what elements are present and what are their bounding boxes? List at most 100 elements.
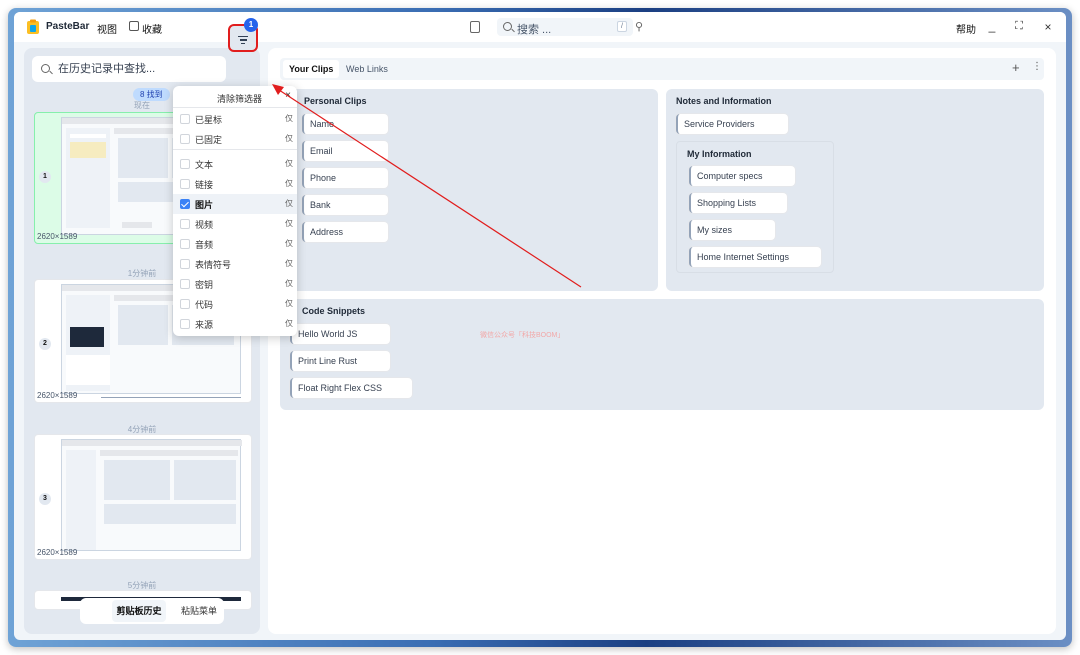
filter-option[interactable]: 音频 仅: [173, 234, 297, 254]
maximize-button[interactable]: ⛶: [1013, 20, 1025, 32]
clips-tabbar: Your Clips Web Links + ⋮: [280, 58, 1044, 80]
add-tab-button[interactable]: +: [1012, 60, 1020, 76]
filter-option[interactable]: 已固定 仅: [173, 129, 297, 149]
filter-only-button[interactable]: 仅: [285, 198, 293, 209]
filter-checkbox[interactable]: [180, 279, 190, 289]
filter-checkbox[interactable]: [180, 319, 190, 329]
filter-option-label: 视频: [195, 220, 214, 230]
filter-option-label: 文本: [195, 160, 214, 170]
clip-item[interactable]: Service Providers: [676, 114, 788, 134]
board-title: Personal Clips: [304, 96, 367, 106]
image-size: 2620×1589: [37, 548, 78, 557]
filter-option[interactable]: 密钥 仅: [173, 274, 297, 294]
clip-item[interactable]: Phone: [302, 168, 388, 188]
filter-option-label: 图片: [195, 200, 214, 210]
close-button[interactable]: ×: [1042, 20, 1054, 34]
filter-only-button[interactable]: 仅: [285, 178, 293, 189]
filter-checkbox[interactable]: [180, 219, 190, 229]
board-title: My Information: [687, 149, 752, 159]
clip-item[interactable]: Float Right Flex CSS: [290, 378, 412, 398]
filter-only-button[interactable]: 仅: [285, 158, 293, 169]
filter-dropdown-header: 清除筛选器 ×: [173, 86, 297, 108]
app-name: PasteBar: [46, 21, 90, 32]
filter-option[interactable]: 文本 仅: [173, 154, 297, 174]
app-window: PasteBar 视图 收藏 搜索 ... / ⚲ 帮助 _ ⛶ × 8 找到 …: [14, 12, 1066, 640]
filter-checkbox[interactable]: [180, 179, 190, 189]
filter-count-badge: 1: [244, 18, 258, 32]
menu-view[interactable]: 视图: [97, 21, 117, 36]
tab-clipboard-history[interactable]: 剪贴板历史: [112, 600, 166, 622]
filter-option-label: 代码: [195, 300, 214, 310]
clip-progress: [101, 397, 241, 398]
filter-option[interactable]: 视频 仅: [173, 214, 297, 234]
clip-item[interactable]: Name: [302, 114, 388, 134]
global-search[interactable]: 搜索 ... /: [497, 18, 633, 36]
tab-web-links[interactable]: Web Links: [346, 60, 388, 78]
clip-item[interactable]: Hello World JS: [290, 324, 390, 344]
filter-checkbox[interactable]: [180, 159, 190, 169]
search-shortcut-key: /: [617, 21, 627, 32]
filter-option[interactable]: 图片 仅: [173, 194, 297, 214]
filter-option[interactable]: 表情符号 仅: [173, 254, 297, 274]
clip-number: 2: [39, 338, 51, 350]
filter-option[interactable]: 链接 仅: [173, 174, 297, 194]
filter-separator: [173, 149, 297, 150]
filter-button[interactable]: 1: [228, 18, 258, 52]
filter-option-label: 表情符号: [195, 260, 232, 270]
filter-only-button[interactable]: 仅: [285, 298, 293, 309]
filter-only-button[interactable]: 仅: [285, 238, 293, 249]
filter-only-button[interactable]: 仅: [285, 278, 293, 289]
tab-your-clips[interactable]: Your Clips: [283, 60, 340, 78]
menu-collections[interactable]: 收藏: [142, 21, 162, 36]
clip-item[interactable]: Shopping Lists: [689, 193, 787, 213]
filter-option[interactable]: 代码 仅: [173, 294, 297, 314]
filter-icon: [238, 36, 248, 46]
clip-item[interactable]: Home Internet Settings: [689, 247, 821, 267]
board-code-snippets: Code Snippets Hello World JS Print Line …: [280, 299, 1044, 410]
board-my-information: My Information Computer specs Shopping L…: [676, 141, 834, 273]
history-clip[interactable]: 3 2620×1589: [34, 434, 252, 560]
filter-option-label: 音频: [195, 240, 214, 250]
global-search-placeholder: 搜索 ...: [517, 24, 552, 36]
filter-checkbox[interactable]: [180, 199, 190, 209]
search-icon: [503, 22, 512, 31]
clip-item[interactable]: Computer specs: [689, 166, 795, 186]
filter-dropdown: 清除筛选器 × 已星标仅已固定仅文本仅链接仅图片仅视频仅音频仅表情符号仅密钥仅代…: [173, 86, 297, 336]
filter-only-button[interactable]: 仅: [285, 133, 293, 144]
filter-option[interactable]: 来源 仅: [173, 314, 297, 334]
clip-item[interactable]: Address: [302, 222, 388, 242]
filter-checkbox[interactable]: [180, 114, 190, 124]
board-title: Notes and Information: [676, 96, 772, 106]
clip-item[interactable]: Print Line Rust: [290, 351, 390, 371]
history-search[interactable]: [32, 56, 226, 82]
clip-number: 3: [39, 493, 51, 505]
filter-option-label: 链接: [195, 180, 214, 190]
clip-item[interactable]: Email: [302, 141, 388, 161]
search-icon: [41, 64, 50, 73]
filter-option-label: 来源: [195, 320, 214, 330]
collections-icon: [129, 21, 139, 31]
clear-filters-button[interactable]: 清除筛选器: [217, 92, 262, 105]
tab-paste-menu[interactable]: 粘贴菜单: [174, 600, 224, 622]
filter-checkbox[interactable]: [180, 134, 190, 144]
pin-icon[interactable]: ⚲: [635, 20, 643, 33]
close-filter-dropdown-button[interactable]: ×: [285, 90, 291, 101]
filter-only-button[interactable]: 仅: [285, 113, 293, 124]
filter-option[interactable]: 已星标 仅: [173, 109, 297, 129]
filter-checkbox[interactable]: [180, 239, 190, 249]
filter-only-button[interactable]: 仅: [285, 318, 293, 329]
panel-toggle-icon[interactable]: [470, 21, 480, 33]
filter-only-button[interactable]: 仅: [285, 258, 293, 269]
title-bar: PasteBar 视图 收藏 搜索 ... / ⚲ 帮助 _ ⛶ ×: [14, 12, 1066, 42]
more-options-button[interactable]: ⋮: [1032, 61, 1042, 72]
history-search-input[interactable]: [58, 60, 218, 78]
board-title: Code Snippets: [302, 306, 366, 316]
image-size: 2620×1589: [37, 391, 78, 400]
minimize-button[interactable]: _: [986, 20, 998, 33]
clip-item[interactable]: Bank: [302, 195, 388, 215]
filter-only-button[interactable]: 仅: [285, 218, 293, 229]
clip-item[interactable]: My sizes: [689, 220, 775, 240]
filter-checkbox[interactable]: [180, 259, 190, 269]
help-menu[interactable]: 帮助: [956, 21, 976, 36]
filter-checkbox[interactable]: [180, 299, 190, 309]
